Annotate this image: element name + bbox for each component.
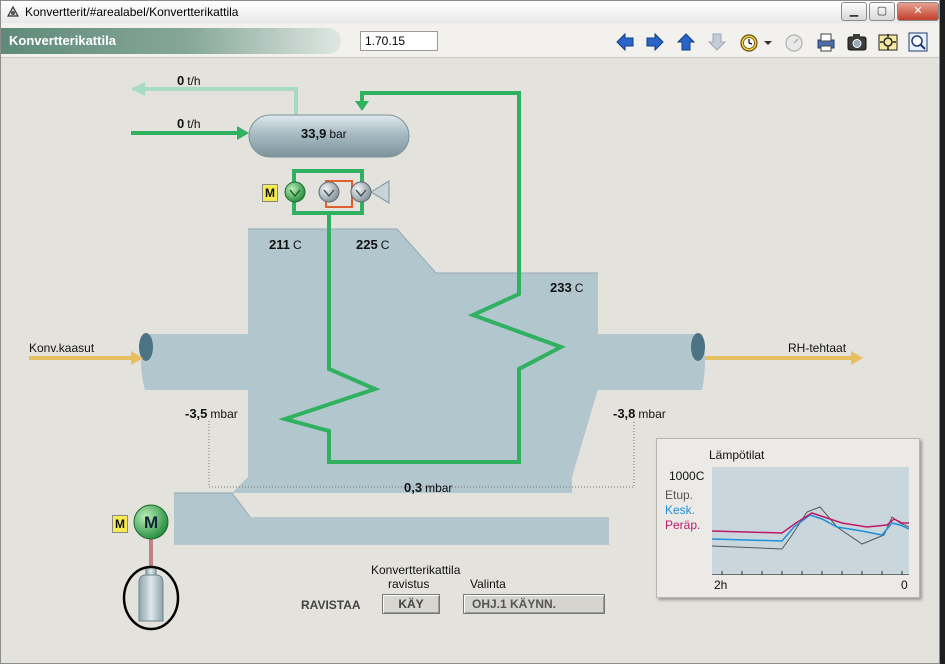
maximize-icon: ▢ [876, 5, 888, 17]
steam-flow-readout: 0 t/h [177, 73, 201, 88]
outlet-duct [598, 334, 705, 390]
dropdown-arrow-icon[interactable] [762, 31, 774, 53]
actuator-icon [370, 180, 390, 204]
valve-1-icon[interactable] [318, 181, 340, 203]
zoom-icon[interactable] [907, 31, 929, 53]
settings-icon[interactable] [877, 31, 899, 53]
title-bar: Konvertterit/#arealabel/Konvertterikatti… [1, 1, 939, 24]
temperature-trend-panel[interactable]: Lämpötilat 1000C Etup. Kesk. Peräp. 2h 0 [656, 438, 920, 598]
pane-title-tab: Konvertterikattila [1, 28, 341, 54]
close-button[interactable]: ✕ [897, 2, 939, 21]
valve-2-icon[interactable] [350, 181, 372, 203]
rapping-status-label: RAVISTAA [301, 598, 361, 612]
kay-button[interactable]: KÄY [382, 594, 440, 614]
right-pressure-readout: -3,8 mbar [613, 406, 666, 421]
pane-title: Konvertterikattila [9, 33, 116, 48]
minimize-icon: ▁ [849, 5, 859, 17]
trend-legend: Etup. Kesk. Peräp. [665, 488, 700, 533]
trend-x-start: 2h [714, 578, 728, 592]
temp-2-readout: 225 C [356, 237, 390, 252]
drum-pressure-readout: 33,9 bar [301, 126, 347, 141]
clock-icon[interactable] [738, 31, 760, 53]
selection-field[interactable]: OHJ.1 KÄYNN. [463, 594, 605, 614]
print-icon[interactable] [815, 31, 837, 53]
inlet-label: Konv.kaasut [29, 341, 95, 355]
motor-manual-badge: M [112, 515, 128, 533]
outlet-label: RH-tehtaat [788, 341, 847, 355]
temp-3-readout: 233 C [550, 280, 584, 295]
legend-perap: Peräp. [665, 518, 701, 532]
temp-1-readout: 211 C [269, 237, 302, 252]
water-flow-readout: 0 t/h [177, 116, 201, 131]
app-icon [6, 5, 20, 17]
trend-plot [712, 467, 909, 575]
maximize-button[interactable]: ▢ [869, 2, 895, 21]
rapping-subtitle: ravistus [388, 577, 430, 591]
version-field[interactable]: 1.70.15 [360, 31, 438, 51]
camera-icon[interactable] [846, 31, 868, 53]
trend-x-end: 0 [901, 578, 908, 592]
minimize-button[interactable]: ▁ [841, 2, 867, 21]
diff-pressure-readout: 0,3 mbar [404, 480, 453, 495]
stopwatch-icon[interactable] [783, 31, 805, 53]
trend-title: Lämpötilat [709, 448, 765, 462]
back-arrow-icon[interactable] [614, 31, 636, 53]
manual-mode-badge: M [262, 184, 278, 202]
green-valve-icon[interactable] [284, 181, 306, 203]
inlet-duct [141, 334, 248, 390]
rapping-title: Konvertterikattila [371, 563, 461, 577]
steam-outlet-line [131, 82, 298, 115]
left-pressure-readout: -3,5 mbar [185, 406, 238, 421]
process-canvas: 0 t/h 0 t/h 33,9 bar M 211 C 225 C 233 C Konv.… [5, 59, 937, 659]
window-title: Konvertterit/#arealabel/Konvertterikatti… [25, 5, 239, 19]
boiler-base [174, 493, 609, 545]
selection-label: Valinta [470, 577, 506, 591]
legend-etup: Etup. [665, 488, 694, 502]
up-arrow-icon[interactable] [675, 31, 697, 53]
inlet-duct-opening [139, 333, 153, 361]
trend-ymax: 1000C [669, 469, 705, 483]
legend-kesk: Kesk. [665, 503, 696, 517]
outlet-duct-opening [691, 333, 705, 361]
forward-arrow-icon[interactable] [644, 31, 666, 53]
motor-label: M [144, 513, 159, 532]
down-arrow-icon[interactable] [706, 31, 728, 53]
toolbar: Konvertterikattila 1.70.15 [1, 23, 939, 58]
app-window: Konvertterit/#arealabel/Konvertterikatti… [0, 0, 940, 664]
close-icon: ✕ [913, 5, 923, 17]
rapper-bottle-icon [122, 565, 180, 631]
